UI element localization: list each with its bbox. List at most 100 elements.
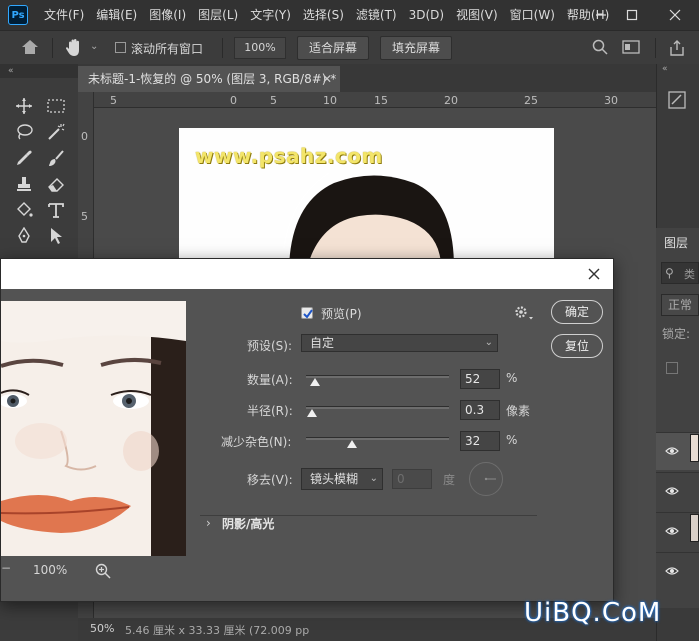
dialog-close-icon[interactable] xyxy=(583,263,605,285)
menu-edit[interactable]: 编辑(E) xyxy=(90,0,143,30)
pen-tool-icon[interactable] xyxy=(12,224,36,248)
gear-icon[interactable] xyxy=(514,305,534,324)
marquee-tool-icon[interactable] xyxy=(44,94,68,118)
visibility-eye-icon[interactable] xyxy=(665,566,679,576)
visibility-eye-icon[interactable] xyxy=(665,486,679,496)
menu-items: 文件(F) 编辑(E) 图像(I) 图层(L) 文字(Y) 选择(S) 滤镜(T… xyxy=(38,0,615,30)
reset-button[interactable]: 复位 xyxy=(551,334,603,358)
angle-dial[interactable] xyxy=(469,462,503,496)
menu-layer[interactable]: 图层(L) xyxy=(192,0,244,30)
filter-preview-image[interactable] xyxy=(1,301,186,556)
fit-screen-button[interactable]: 适合屏幕 xyxy=(297,36,369,60)
close-icon[interactable] xyxy=(660,0,690,30)
menu-image[interactable]: 图像(I) xyxy=(143,0,192,30)
layer-filter-placeholder: 类 xyxy=(684,268,695,281)
workspace-icon[interactable] xyxy=(622,39,640,58)
tab-close-icon[interactable]: ✕ xyxy=(322,66,332,92)
menu-filter[interactable]: 滤镜(T) xyxy=(350,0,403,30)
lock-label: 锁定: xyxy=(662,327,691,341)
menu-window[interactable]: 窗口(W) xyxy=(504,0,561,30)
preview-checkbox[interactable] xyxy=(301,307,313,319)
separator xyxy=(655,38,656,58)
lasso-tool-icon[interactable] xyxy=(12,120,36,144)
ruler-label: 5 xyxy=(270,94,277,107)
reduce-noise-slider-track[interactable] xyxy=(306,437,449,440)
remove-value: 镜头模糊 xyxy=(310,472,359,486)
radius-slider-track[interactable] xyxy=(306,406,449,409)
chevron-down-icon[interactable]: ⌄ xyxy=(90,41,98,52)
preset-label: 预设(S): xyxy=(247,339,293,353)
visibility-eye-icon[interactable] xyxy=(665,446,679,456)
document-tab[interactable]: 未标题-1-恢复的 @ 50% (图层 3, RGB/8#) * ✕ xyxy=(78,66,340,92)
menu-view[interactable]: 视图(V) xyxy=(450,0,504,30)
document-tabs: 未标题-1-恢复的 @ 50% (图层 3, RGB/8#) * ✕ xyxy=(78,64,656,92)
history-panel-icon[interactable] xyxy=(667,90,687,113)
ruler-label: 30 xyxy=(604,94,618,107)
magic-wand-tool-icon[interactable] xyxy=(44,120,68,144)
radius-unit: 像素 xyxy=(506,404,531,418)
reduce-noise-label: 减少杂色(N): xyxy=(221,435,292,449)
preset-select[interactable]: 自定 ⌄ xyxy=(301,334,498,352)
eraser-tool-icon[interactable] xyxy=(44,172,68,196)
menu-file[interactable]: 文件(F) xyxy=(38,0,90,30)
scroll-all-windows-label: 滚动所有窗口 xyxy=(131,42,204,56)
panel-collapse-icon[interactable]: « xyxy=(662,64,699,78)
paint-bucket-tool-icon[interactable] xyxy=(12,198,36,222)
layers-tab[interactable]: 图层 xyxy=(664,234,688,251)
preset-value: 自定 xyxy=(310,336,335,350)
restore-icon[interactable] xyxy=(617,0,647,30)
type-tool-icon[interactable] xyxy=(44,198,68,222)
menu-select[interactable]: 选择(S) xyxy=(297,0,350,30)
radius-input[interactable]: 0.3 xyxy=(460,400,500,420)
zoom-out-icon[interactable]: − xyxy=(1,561,11,575)
blend-mode-select[interactable]: 正常 xyxy=(661,294,699,316)
chevron-down-icon: ⌄ xyxy=(484,337,493,348)
dialog-title-bar[interactable] xyxy=(1,259,613,289)
lock-checkbox[interactable] xyxy=(666,362,678,374)
reduce-noise-slider-thumb[interactable] xyxy=(346,440,357,448)
amount-slider-track[interactable] xyxy=(306,375,449,378)
status-info: 5.46 厘米 x 33.33 厘米 (72.009 pp xyxy=(125,624,310,637)
hand-tool-icon[interactable] xyxy=(64,38,84,61)
separator xyxy=(222,38,223,58)
menu-bar: Ps 文件(F) 编辑(E) 图像(I) 图层(L) 文字(Y) 选择(S) 滤… xyxy=(0,0,699,30)
share-icon[interactable] xyxy=(668,39,686,60)
stamp-tool-icon[interactable] xyxy=(12,172,36,196)
fill-screen-button[interactable]: 填充屏幕 xyxy=(380,36,452,60)
layer-thumbnail xyxy=(690,434,699,462)
amount-input[interactable]: 52 xyxy=(460,369,500,389)
reduce-noise-input[interactable]: 32 xyxy=(460,431,500,451)
options-bar: ⌄ 滚动所有窗口 100% 适合屏幕 填充屏幕 xyxy=(0,30,699,64)
chevron-right-icon[interactable]: › xyxy=(206,516,211,530)
brush-tool-icon[interactable] xyxy=(44,146,68,170)
home-icon[interactable] xyxy=(20,38,40,59)
ruler-label: 10 xyxy=(323,94,337,107)
toolbar-collapse-icon[interactable]: « xyxy=(0,64,78,78)
angle-input[interactable]: 0 xyxy=(392,469,432,489)
shadows-highlights-section[interactable]: 阴影/高光 xyxy=(222,515,274,532)
remove-select[interactable]: 镜头模糊 ⌄ xyxy=(301,468,383,490)
ok-button[interactable]: 确定 xyxy=(551,300,603,324)
status-zoom[interactable]: 50% xyxy=(90,622,114,635)
ruler-label: 5 xyxy=(110,94,117,107)
zoom-field[interactable]: 100% xyxy=(234,37,286,59)
separator xyxy=(52,38,53,58)
minimize-icon[interactable] xyxy=(586,0,616,30)
menu-type[interactable]: 文字(Y) xyxy=(244,0,297,30)
site-watermark: UiBQ.CoM xyxy=(524,598,662,628)
zoom-in-icon[interactable] xyxy=(95,563,111,582)
visibility-eye-icon[interactable] xyxy=(665,526,679,536)
smart-sharpen-dialog: − 100% 预览(P) 确定 复位 预设(S): 自定 ⌄ 数量(A): 52… xyxy=(0,258,614,602)
eyedropper-tool-icon[interactable] xyxy=(12,146,36,170)
radius-slider-thumb[interactable] xyxy=(307,409,317,417)
ruler-label: 0 xyxy=(230,94,237,107)
search-icon[interactable] xyxy=(592,39,608,58)
path-selection-tool-icon[interactable] xyxy=(44,224,68,248)
layer-filter-field[interactable]: ⚲ 类 xyxy=(661,262,699,284)
search-icon: ⚲ xyxy=(665,266,674,280)
ruler-label: 5 xyxy=(81,210,88,223)
move-tool-icon[interactable] xyxy=(12,94,36,118)
menu-3d[interactable]: 3D(D) xyxy=(403,0,450,30)
scroll-all-windows-checkbox[interactable] xyxy=(115,42,126,53)
amount-slider-thumb[interactable] xyxy=(310,378,321,386)
